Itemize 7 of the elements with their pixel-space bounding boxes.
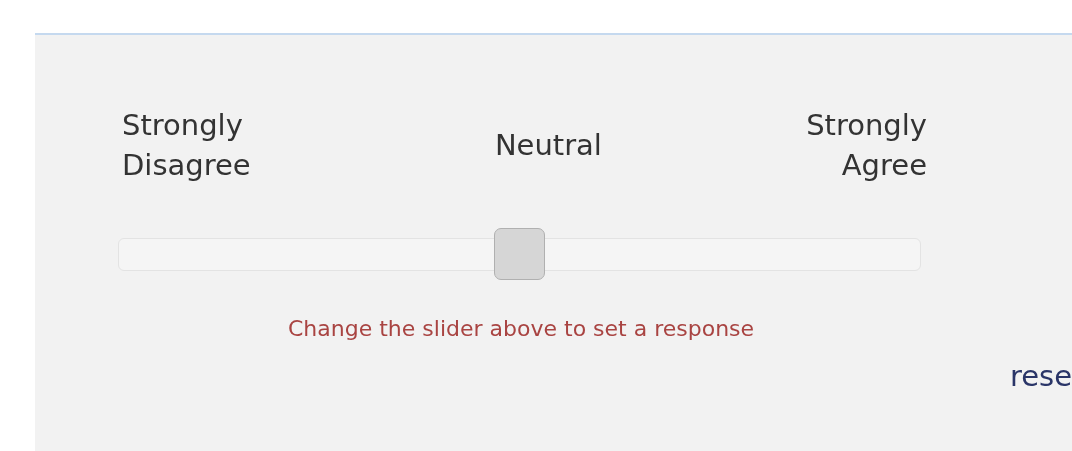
hint-text: Change the slider above to set a response (288, 316, 755, 341)
scale-label: Strongly Agree (806, 107, 927, 184)
scale-label: Neutral (494, 127, 602, 164)
slider-thumb[interactable] (493, 228, 545, 280)
scale-label: Strongly Disagree (122, 107, 251, 184)
reset-link[interactable]: rese (1009, 359, 1072, 393)
slider[interactable] (118, 228, 921, 280)
